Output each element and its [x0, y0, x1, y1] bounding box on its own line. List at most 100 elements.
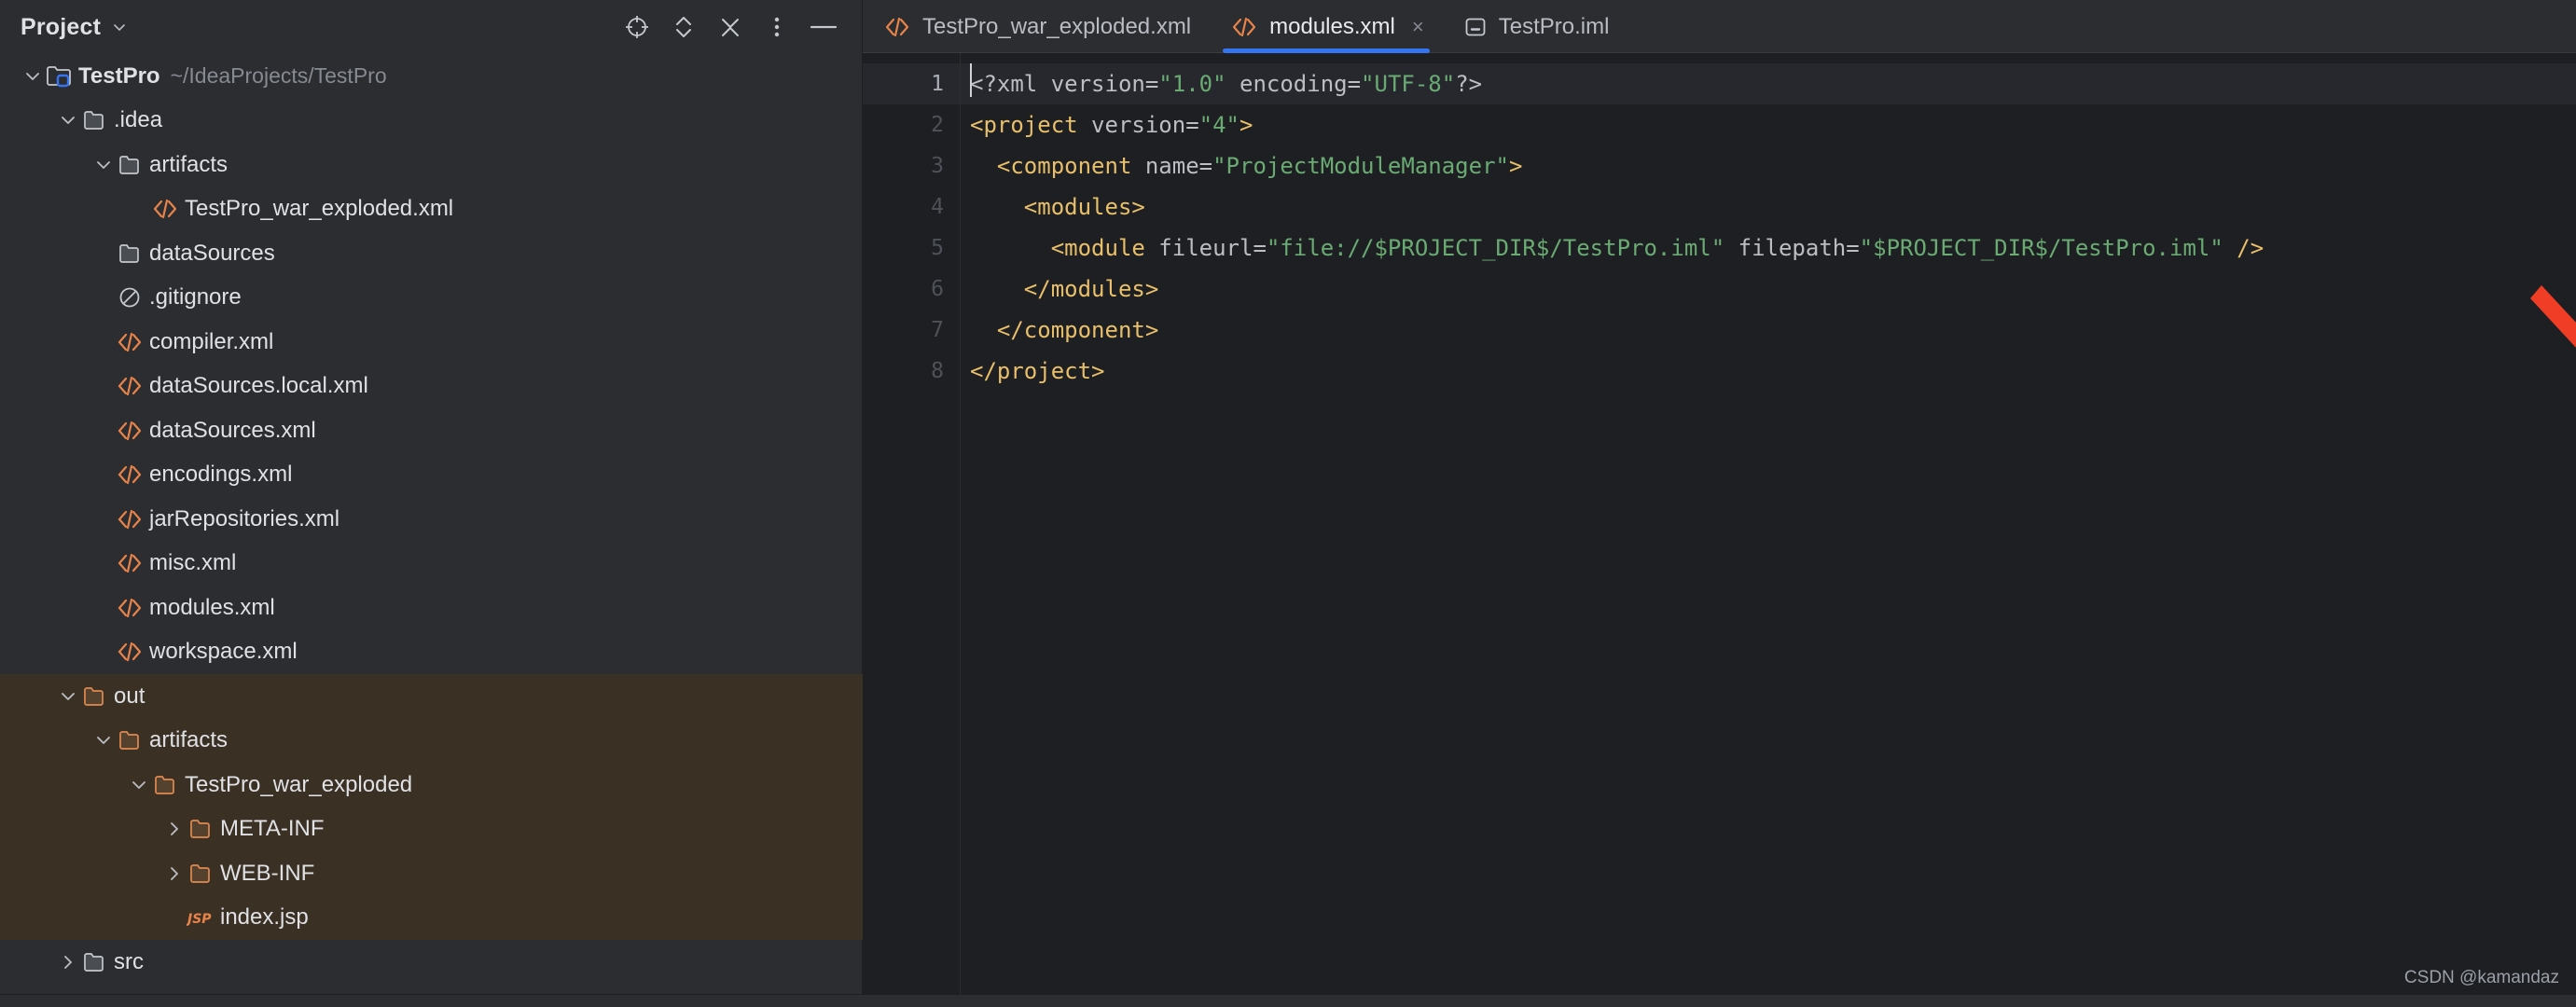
folder-icon — [80, 950, 108, 974]
chevron-right-icon[interactable] — [162, 817, 187, 841]
code-token: "UTF-8" — [1361, 71, 1456, 97]
code-token: </project> — [970, 358, 1105, 384]
xml-file-icon — [116, 374, 144, 398]
code-token: /> — [2237, 235, 2264, 261]
code-line[interactable]: </project> — [961, 351, 2576, 392]
folder-icon — [82, 108, 106, 132]
tree-row-jarrepositories-xml[interactable]: jarRepositories.xml — [0, 497, 863, 542]
tab-testpro-iml[interactable]: TestPro.iml — [1443, 0, 1628, 53]
line-number-gutter: 1 2 3 4 5 6 7 8 — [863, 53, 961, 1007]
tree-row-datasources-xml[interactable]: dataSources.xml — [0, 408, 863, 453]
code-line[interactable]: <module fileurl="file://$PROJECT_DIR$/Te… — [961, 228, 2576, 269]
chevron-right-icon[interactable] — [56, 950, 80, 974]
folder-icon — [118, 153, 142, 177]
tree-row-label: artifacts — [149, 727, 229, 753]
expand-collapse-icon[interactable] — [660, 7, 707, 47]
jsp-file-icon: JSP — [187, 906, 215, 929]
tree-row-datasources[interactable]: dataSources — [0, 231, 863, 276]
tree-row-artifacts[interactable]: artifacts — [0, 718, 863, 763]
tree-row-compiler-xml[interactable]: compiler.xml — [0, 320, 863, 365]
folder-icon — [82, 950, 106, 974]
tree-row-label: index.jsp — [220, 904, 309, 931]
tree-row-label: artifacts — [149, 151, 229, 177]
close-icon[interactable]: × — [1412, 16, 1424, 37]
tree-row-index-jsp[interactable]: JSP index.jsp — [0, 895, 863, 940]
collapse-all-icon[interactable] — [707, 7, 754, 47]
chevron-down-icon[interactable] — [127, 773, 151, 797]
code-line[interactable]: <project version="4"> — [961, 104, 2576, 145]
tab-testpro-war-exploded-xml[interactable]: TestPro_war_exploded.xml — [863, 0, 1210, 53]
line-number: 5 — [931, 236, 944, 260]
chevron-down-icon — [58, 686, 78, 707]
tree-row-testpro[interactable]: TestPro ~/IdeaProjects/TestPro — [0, 54, 863, 99]
chevron-down-icon[interactable] — [112, 20, 127, 34]
locate-icon[interactable] — [614, 7, 660, 47]
code-line[interactable]: </modules> — [961, 269, 2576, 310]
code-line[interactable]: <modules> — [961, 186, 2576, 228]
tree-row-misc-xml[interactable]: misc.xml — [0, 542, 863, 586]
tree-row-label: dataSources.local.xml — [149, 373, 368, 399]
tree-row-testpro-war-exploded-xml[interactable]: TestPro_war_exploded.xml — [0, 187, 863, 232]
line-number: 8 — [931, 359, 944, 383]
tree-row-src[interactable]: src — [0, 940, 863, 985]
folder-icon — [116, 241, 144, 266]
hide-icon[interactable] — [800, 7, 847, 47]
chevron-down-icon[interactable] — [56, 108, 80, 132]
editor-tabbar[interactable]: TestPro_war_exploded.xml modules.xml × Test… — [863, 0, 2576, 53]
tree-row-modules-xml[interactable]: modules.xml — [0, 586, 863, 630]
xml-file-icon — [116, 462, 144, 487]
line-number: 2 — [931, 113, 944, 137]
code-token: <component — [970, 153, 1132, 179]
xml-file-icon — [116, 462, 144, 487]
gitignore-file-icon — [118, 285, 142, 310]
chevron-down-icon[interactable] — [91, 153, 116, 177]
folder-excluded-icon — [153, 773, 177, 797]
code-token: </component> — [970, 317, 1159, 343]
chevron-down-icon — [129, 775, 149, 795]
tree-row-meta-inf[interactable]: META-INF — [0, 807, 863, 851]
folder-excluded-icon — [188, 862, 213, 886]
tree-row-label: workspace.xml — [149, 639, 298, 665]
folder-excluded-icon — [151, 773, 179, 797]
xml-file-icon — [116, 507, 144, 531]
tree-row-datasources-local-xml[interactable]: dataSources.local.xml — [0, 365, 863, 409]
xml-file-icon — [116, 419, 144, 443]
tree-row-workspace-xml[interactable]: workspace.xml — [0, 630, 863, 675]
tree-row-label: .gitignore — [149, 284, 242, 310]
xml-file-icon — [116, 330, 144, 354]
tree-row-label: .idea — [114, 107, 163, 133]
xml-file-icon — [116, 419, 144, 443]
code-token: "1.0" — [1158, 71, 1226, 97]
tree-row--gitignore[interactable]: .gitignore — [0, 276, 863, 321]
code-line[interactable]: <?xml version="1.0" encoding="UTF-8"?> — [961, 63, 2576, 104]
xml-file-icon — [116, 507, 144, 531]
xml-file-icon — [116, 374, 144, 398]
tab-modules-xml[interactable]: modules.xml × — [1210, 0, 1443, 53]
chevron-down-icon[interactable] — [56, 684, 80, 709]
code-content[interactable]: <?xml version="1.0" encoding="UTF-8"?> <p… — [961, 53, 2576, 1007]
tree-row-label: TestPro — [78, 62, 160, 89]
code-token: version= — [1077, 112, 1199, 138]
folder-excluded-icon — [187, 862, 215, 886]
tree-row-encodings-xml[interactable]: encodings.xml — [0, 453, 863, 498]
line-number: 6 — [931, 277, 944, 301]
tree-row-label: misc.xml — [149, 550, 237, 576]
code-line[interactable]: </component> — [961, 310, 2576, 351]
code-token: > — [1240, 112, 1253, 138]
tree-row-artifacts[interactable]: artifacts — [0, 143, 863, 187]
tree-row-web-inf[interactable]: WEB-INF — [0, 851, 863, 896]
xml-file-icon — [116, 640, 144, 664]
tree-row-testpro-war-exploded[interactable]: TestPro_war_exploded — [0, 763, 863, 807]
project-file-tree[interactable]: TestPro ~/IdeaProjects/TestPro .idea artifa… — [0, 54, 863, 1007]
tree-row-label: modules.xml — [149, 594, 275, 620]
line-number: 4 — [931, 195, 944, 219]
more-options-icon[interactable] — [754, 7, 800, 47]
chevron-right-icon[interactable] — [162, 862, 187, 886]
xml-file-icon — [116, 596, 144, 620]
tree-row-out[interactable]: out — [0, 674, 863, 719]
chevron-down-icon[interactable] — [91, 728, 116, 752]
xml-file-icon — [116, 640, 144, 664]
code-line[interactable]: <component name="ProjectModuleManager"> — [961, 145, 2576, 186]
chevron-down-icon[interactable] — [21, 64, 45, 89]
tree-row--idea[interactable]: .idea — [0, 99, 863, 144]
